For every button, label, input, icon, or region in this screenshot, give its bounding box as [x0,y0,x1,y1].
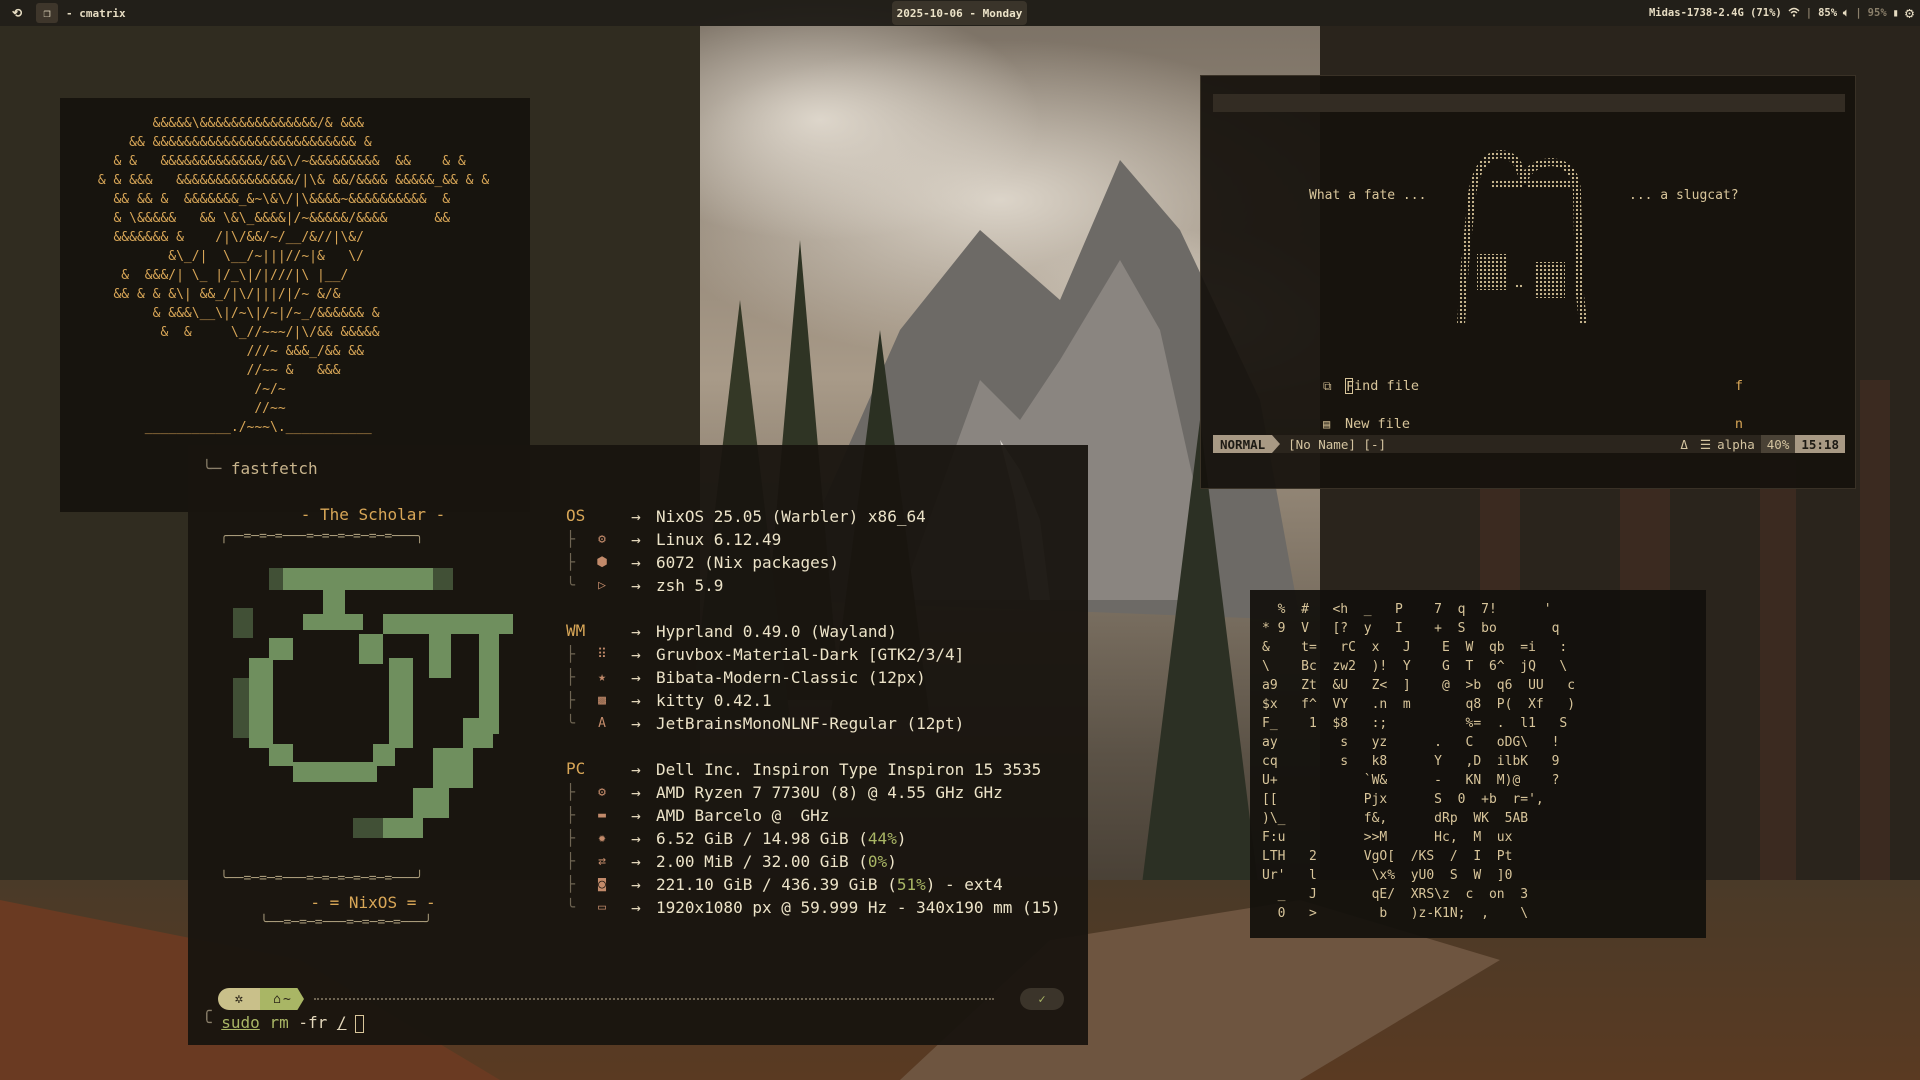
matrix-rain-text: % # <h _ P 7 q 7! ' * 9 V [? y I + S bo … [1262,602,1576,921]
battery-icon: ▮ [1892,7,1899,19]
separator: | [1805,7,1813,19]
filetype: alpha [1717,436,1755,452]
logo-rule-bottom-2: ╰──=─=─=───=─=─=─=───╯ [260,915,433,930]
neovim-window[interactable]: What a fate ... ... a slugcat? ⧉ Find fi… [1200,75,1856,489]
new-file-shortcut: n [1734,416,1743,432]
status-check-icon: ✓ [1020,988,1064,1010]
info-row-display: ╰ ▭ → 1920x1080 px @ 59.999 Hz - 340x190 mm… [566,897,1061,917]
wifi-icon[interactable] [1788,7,1800,20]
file-icon: ▤ [1323,417,1331,431]
logo-rule-top: ╭──=─=─=───=─=─=─=─=─=───╮ [220,529,424,544]
info-row-terminal: ├ ▩ → kitty 0.42.1 [566,690,772,710]
nixos-snowflake-logo [233,568,513,838]
command-input[interactable]: ╰ sudo rm -fr / [202,1013,364,1033]
package-icon: ⬢ [596,554,608,570]
battery-level[interactable]: 95% [1868,7,1887,19]
network-status[interactable]: Midas-1738-2.4G (71%) [1649,7,1782,19]
find-file-shortcut: f [1734,378,1743,394]
info-row-disk: ├ ◙ → 221.10 GiB / 436.39 GiB (51%) - ext4 [566,874,1003,894]
cmatrix-window[interactable]: % # <h _ P 7 q 7! ' * 9 V [? y I + S bo … [1250,590,1706,938]
workspace-list: ⟲ ❐ - cmatrix [6,0,126,26]
system-tray: Midas-1738-2.4G (71%) | 85% 🔈︎ | 95% ▮ ⚙ [1649,0,1914,26]
active-window-title: - cmatrix [66,6,126,20]
info-row-memory: ├ ✹ → 6.52 GiB / 14.98 GiB (44%) [566,828,907,848]
dashboard-find-file[interactable]: ⧉ Find file f [1323,376,1743,396]
fastfetch-terminal-window[interactable]: ╰─ fastfetch - The Scholar - ╭──=─=─=───… [188,445,1088,1045]
info-row-theme: ├ ⠿ → Gruvbox-Material-Dark [GTK2/3/4] [566,644,965,664]
info-row-wm: → Hyprland 0.49.0 (Wayland) [631,621,897,641]
info-row-host: → Dell Inc. Inspiron Type Inspiron 15 353… [631,759,1042,779]
grid-icon: ⠿ [597,646,607,662]
ascii-tree-art: &&&&&\&&&&&&&&&&&&&&&/& &&& && &&&&&&&&&… [97,116,490,435]
cpu-icon: ⚙ [598,784,606,800]
refresh-icon[interactable]: ⟲ [6,3,28,23]
nvim-tabline [1213,94,1845,112]
star-icon: ★ [598,669,606,685]
info-row-cpu: ├ ⚙ → AMD Ryzen 7 7730U (8) @ 4.55 GHz GHz [566,782,1003,802]
nix-gear-icon: ✲ [218,988,260,1010]
text-cursor: F [1345,378,1355,395]
info-row-kernel: ├ ⚙ → Linux 6.12.49 [566,529,782,549]
memory-icon: ✹ [598,830,606,846]
copy-icon: ⧉ [1323,378,1332,393]
gear-icon[interactable]: ⚙ [1905,4,1914,22]
info-row-os: → NixOS 25.05 (Warbler) x86_64 [631,506,926,526]
powerline-separator [1272,435,1281,453]
text-cursor [354,1014,364,1033]
swap-icon: ⇄ [598,853,606,869]
find-file-label: Find file [1345,378,1420,395]
nvim-statusline: NORMAL [No Name] [-] Δ ☰ alpha 40% 15:18 [1213,435,1845,453]
new-file-label: New file [1345,416,1411,432]
logo-footer: - = NixOS = - [310,893,436,912]
logo-title: - The Scholar - [300,505,446,524]
buffer-name: [No Name] [-] [1288,436,1386,452]
font-icon: A [598,715,606,731]
info-row-cursor: ├ ★ → Bibata-Modern-Classic (12px) [566,667,926,687]
vim-mode: NORMAL [1213,435,1273,453]
info-row-swap: ├ ⇄ → 2.00 MiB / 32.00 GiB (0%) [566,851,897,871]
home-icon: ⌂ ~ [260,988,304,1010]
terminal-icon[interactable]: ❐ [36,3,58,23]
volume-level[interactable]: 85% [1818,7,1837,19]
top-bar: ⟲ ❐ - cmatrix 2025-10-06 - Monday Midas-… [0,0,1920,26]
info-row-packages: ├ ⬢ → 6072 (Nix packages) [566,552,840,572]
terminal-header: ╰─ fastfetch [202,459,318,478]
gpu-icon: ▬ [598,807,606,823]
kitty-icon: ▩ [598,692,606,708]
filetype-icon: ☰ [1699,436,1712,452]
prompt-filler [314,998,994,1000]
dashboard-new-file[interactable]: ▤ New file n [1323,414,1743,434]
volume-icon[interactable]: 🔈︎ [1843,7,1849,20]
scroll-percent: 40% [1760,435,1796,453]
dashboard-quote-right: ... a slugcat? [1629,188,1739,203]
terminal-icon: ▷ [598,577,606,593]
info-row-font: ╰ A → JetBrainsMonoNLNF-Regular (12pt) [566,713,965,733]
gear-icon: ⚙ [598,531,606,547]
info-row-gpu: ├ ▬ → AMD Barcelo @ GHz [566,805,830,825]
prompt-segments: ✲ ⌂ ~ [218,988,304,1010]
info-row-shell: ╰ ▷ → zsh 5.9 [566,575,724,595]
branch-icon: Δ [1680,436,1688,452]
clock: 15:18 [1795,435,1845,453]
separator: | [1855,7,1862,19]
disk-icon: ◙ [598,876,606,892]
monitor-icon: ▭ [598,899,606,915]
clock-date[interactable]: 2025-10-06 - Monday [892,1,1027,25]
dashboard-quote-left: What a fate ... [1309,188,1427,203]
shell-prompt-bar: ✲ ⌂ ~ ✓ [218,988,1064,1010]
slugcat-ascii-art [1457,149,1587,325]
logo-rule-bottom: ╰──=─=─=───=─=─=─=─=─=───╯ [220,871,424,886]
